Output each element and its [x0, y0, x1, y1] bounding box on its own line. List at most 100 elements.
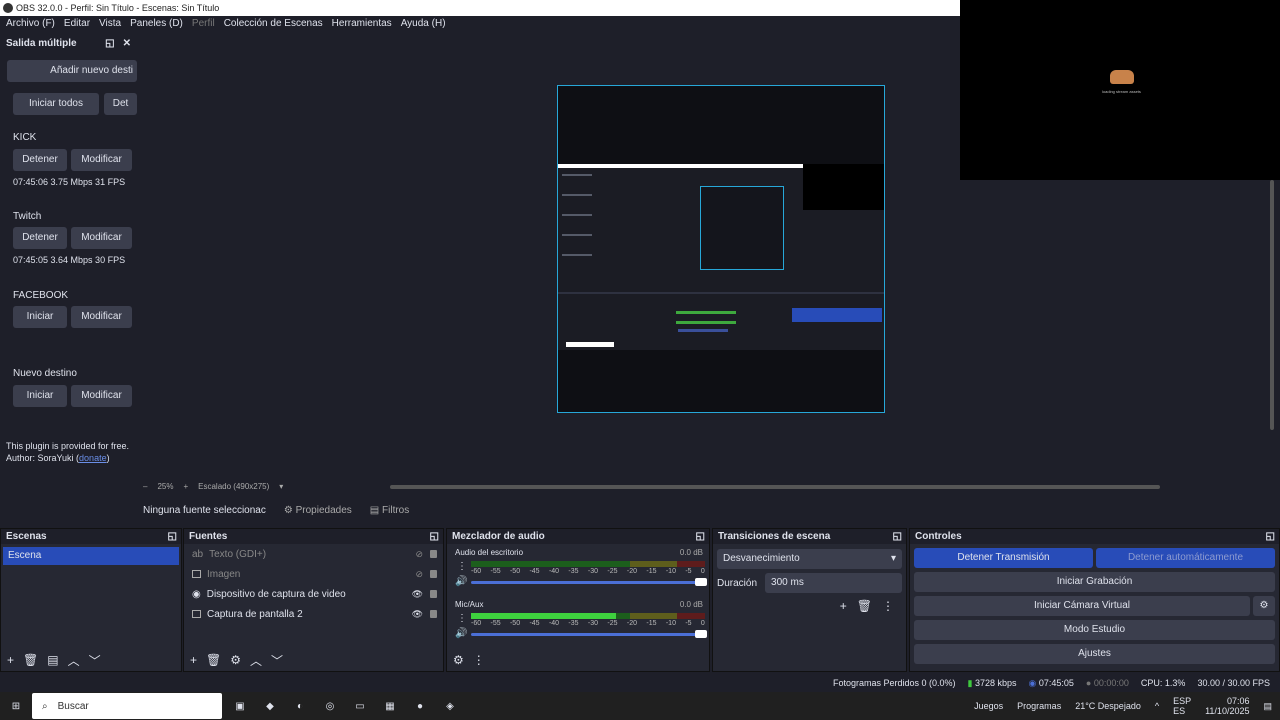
task-view-icon[interactable]: ▣ — [228, 694, 252, 718]
scene-item[interactable]: Escena — [3, 547, 179, 565]
kebab-icon[interactable]: ⋮ — [457, 561, 467, 572]
chevron-down-icon[interactable]: ﹀ — [89, 652, 101, 669]
menu-ayuda[interactable]: Ayuda (H) — [401, 16, 446, 34]
target-kick-stop-button[interactable]: Detener — [13, 149, 67, 171]
clock[interactable]: 07:06 11/10/2025 — [1205, 696, 1249, 716]
volume-slider[interactable] — [471, 630, 707, 638]
trash-icon[interactable]: 🗑 — [206, 653, 221, 667]
lock-icon[interactable] — [430, 550, 437, 558]
stop-stream-button[interactable]: Detener Transmisión — [914, 548, 1093, 568]
start-virtual-camera-button[interactable]: Iniciar Cámara Virtual — [914, 596, 1250, 616]
lock-icon[interactable] — [430, 570, 437, 578]
close-icon[interactable]: ✕ — [123, 38, 131, 49]
target-facebook-modify-button[interactable]: Modificar — [71, 306, 132, 328]
float-icon[interactable]: ◱ — [696, 529, 705, 544]
stream-time-value: 07:45:05 — [1038, 677, 1074, 688]
stop-auto-button[interactable]: Detener automáticamente — [1096, 548, 1275, 568]
eye-hidden-icon[interactable]: ⊘ — [415, 549, 423, 560]
speaker-icon[interactable]: 🔊 — [455, 628, 467, 639]
target-twitch-stop-button[interactable]: Detener — [13, 227, 67, 249]
float-icon[interactable]: ◱ — [893, 529, 902, 544]
lock-icon[interactable] — [430, 610, 437, 618]
target-kick-modify-button[interactable]: Modificar — [71, 149, 132, 171]
properties-button[interactable]: ⚙ Propiedades — [284, 505, 352, 516]
add-icon[interactable]: + — [190, 653, 197, 667]
gear-icon[interactable]: ⚙ — [230, 653, 241, 667]
studio-mode-button[interactable]: Modo Estudio — [914, 620, 1275, 640]
edge-icon[interactable]: ◐ — [288, 694, 312, 718]
trash-icon[interactable]: 🗑 — [857, 599, 872, 613]
source-item[interactable]: ◉ Dispositivo de captura de video 👁 — [184, 584, 443, 604]
stop-all-button[interactable]: Det — [104, 93, 137, 115]
menu-archivo[interactable]: Archivo (F) — [6, 16, 55, 34]
kebab-icon[interactable]: ⋮ — [473, 653, 485, 667]
weather-widget[interactable]: 21°C Despejado — [1075, 701, 1141, 711]
eye-icon[interactable]: 👁 — [412, 589, 423, 600]
donate-link[interactable]: donate — [79, 453, 107, 463]
kebab-icon[interactable]: ⋮ — [882, 599, 894, 613]
float-icon[interactable]: ◱ — [430, 529, 439, 544]
menu-perfil[interactable]: Perfil — [192, 16, 215, 34]
target-new-start-button[interactable]: Iniciar — [13, 385, 67, 407]
advanced-audio-icon[interactable]: ⚙ — [453, 653, 464, 667]
transition-select[interactable]: Desvanecimiento ▾ — [717, 549, 902, 569]
taskbar-search[interactable]: ⌕ Buscar — [32, 693, 222, 719]
add-icon[interactable]: + — [840, 599, 847, 613]
obs-logo-icon — [3, 3, 13, 13]
trash-icon[interactable]: 🗑 — [23, 653, 38, 667]
menu-editar[interactable]: Editar — [64, 16, 90, 34]
settings-button[interactable]: Ajustes — [914, 644, 1275, 664]
volume-slider[interactable] — [471, 578, 707, 586]
chevron-up-icon[interactable]: ^ — [1155, 701, 1159, 711]
preview-canvas[interactable] — [557, 85, 885, 413]
chevron-up-icon[interactable]: ︿ — [250, 652, 262, 669]
obs-taskbar-icon[interactable]: ● — [408, 694, 432, 718]
language-indicator[interactable]: ESP ES — [1173, 696, 1191, 716]
start-all-button[interactable]: Iniciar todos — [13, 93, 99, 115]
filters-button[interactable]: ▤ Filtros — [370, 505, 409, 516]
target-new-modify-button[interactable]: Modificar — [71, 385, 132, 407]
games-widget[interactable]: Juegos — [974, 701, 1003, 711]
source-item[interactable]: ab Texto (GDI+) ⊘ — [184, 544, 443, 564]
add-target-button[interactable]: Añadir nuevo desti — [7, 60, 137, 82]
folder-icon[interactable]: ▭ — [348, 694, 372, 718]
scale-select[interactable]: Escalado (490x275) — [198, 480, 269, 494]
programs-widget[interactable]: Programas — [1017, 701, 1061, 711]
store-icon[interactable]: ▦ — [378, 694, 402, 718]
menu-vista[interactable]: Vista — [99, 16, 121, 34]
screen-capture-source[interactable] — [558, 164, 884, 350]
source-item[interactable]: Captura de pantalla 2 👁 — [184, 604, 443, 624]
steam-icon[interactable]: ◈ — [438, 694, 462, 718]
menu-coleccion[interactable]: Colección de Escenas — [224, 16, 323, 34]
target-twitch-modify-button[interactable]: Modificar — [71, 227, 132, 249]
slider-knob[interactable] — [695, 578, 707, 586]
zoom-in-button[interactable]: + — [183, 480, 188, 494]
chevron-up-icon[interactable]: ︿ — [68, 652, 80, 669]
float-icon[interactable]: ◱ — [105, 38, 114, 49]
float-icon[interactable]: ◱ — [168, 529, 177, 544]
vertical-scrollbar[interactable] — [1270, 180, 1274, 430]
lock-icon[interactable] — [430, 590, 437, 598]
windows-start-icon[interactable]: ⊞ — [4, 694, 28, 718]
chevron-down-icon[interactable]: ▾ — [279, 480, 283, 494]
menu-herramientas[interactable]: Herramientas — [332, 16, 392, 34]
kebab-icon[interactable]: ⋮ — [457, 613, 467, 624]
target-facebook-start-button[interactable]: Iniciar — [13, 306, 67, 328]
menu-paneles[interactable]: Paneles (D) — [130, 16, 183, 34]
notification-icon[interactable]: ▤ — [1263, 701, 1272, 712]
zoom-out-button[interactable]: – — [143, 480, 147, 494]
add-icon[interactable]: + — [7, 653, 14, 667]
chrome-icon[interactable]: ◎ — [318, 694, 342, 718]
source-item[interactable]: Imagen ⊘ — [184, 564, 443, 584]
chevron-down-icon[interactable]: ﹀ — [271, 652, 283, 669]
duration-input[interactable]: 300 ms — [765, 573, 902, 593]
copilot-icon[interactable]: ◆ — [258, 694, 282, 718]
start-recording-button[interactable]: Iniciar Grabación — [914, 572, 1275, 592]
eye-hidden-icon[interactable]: ⊘ — [415, 569, 423, 580]
filter-icon[interactable]: ▤ — [47, 653, 58, 667]
slider-knob[interactable] — [695, 630, 707, 638]
speaker-icon[interactable]: 🔊 — [455, 576, 467, 587]
gear-icon[interactable]: ⚙ — [1253, 596, 1275, 616]
float-icon[interactable]: ◱ — [1266, 529, 1275, 544]
eye-icon[interactable]: 👁 — [412, 609, 423, 620]
